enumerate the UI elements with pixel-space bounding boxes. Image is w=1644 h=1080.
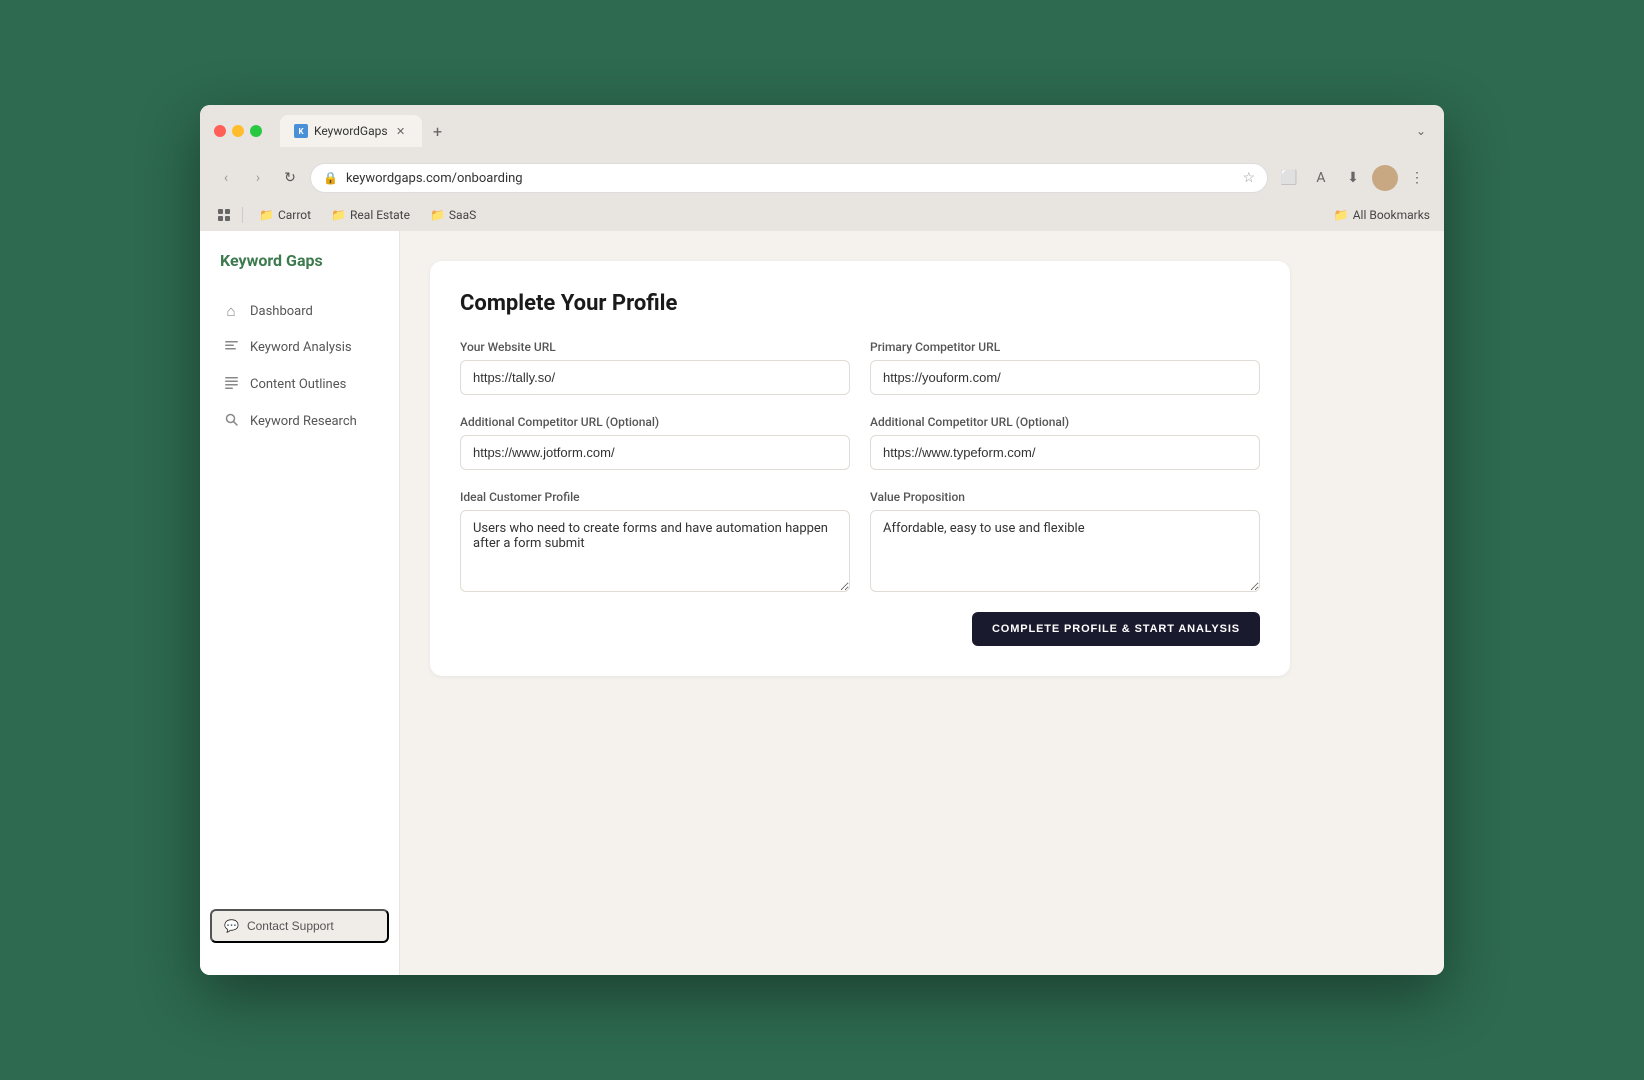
sidebar-nav: ⌂ Dashboard Keyword Analysis — [200, 294, 399, 897]
bookmark-carrot[interactable]: 📁 Carrot — [251, 206, 319, 224]
sidebar-item-content-outlines[interactable]: Content Outlines — [210, 367, 389, 402]
form-row-2: Additional Competitor URL (Optional) Add… — [460, 415, 1260, 470]
bookmark-carrot-label: Carrot — [278, 208, 311, 222]
bookmark-saas[interactable]: 📁 SaaS — [422, 206, 484, 224]
home-icon: ⌂ — [222, 302, 240, 320]
chat-icon: 💬 — [224, 919, 239, 933]
form-group-website-url: Your Website URL — [460, 340, 850, 395]
bookmark-real-estate-label: Real Estate — [350, 208, 410, 222]
form-group-primary-competitor: Primary Competitor URL — [870, 340, 1260, 395]
sidebar-item-keyword-research[interactable]: Keyword Research — [210, 404, 389, 439]
primary-competitor-input[interactable] — [870, 360, 1260, 395]
sidebar-item-content-outlines-label: Content Outlines — [250, 377, 346, 392]
tab-title: KeywordGaps — [314, 124, 388, 138]
all-bookmarks-button[interactable]: 📁 All Bookmarks — [1334, 208, 1430, 222]
form-group-value-proposition: Value Proposition — [870, 490, 1260, 592]
browser-addressbar: ‹ › ↻ 🔒 keywordgaps.com/onboarding ☆ ⬜ A… — [200, 157, 1444, 201]
address-bar[interactable]: 🔒 keywordgaps.com/onboarding ☆ — [310, 163, 1268, 193]
sidebar-footer: 💬 Contact Support — [200, 897, 399, 955]
value-proposition-label: Value Proposition — [870, 490, 1260, 504]
ideal-customer-textarea[interactable] — [460, 510, 850, 592]
bookmark-real-estate[interactable]: 📁 Real Estate — [323, 206, 418, 224]
browser-window: K KeywordGaps ✕ + ⌄ ‹ › ↻ 🔒 keywordgaps.… — [200, 105, 1444, 975]
menu-icon[interactable]: ⋮ — [1404, 165, 1430, 191]
profile-avatar[interactable] — [1372, 165, 1398, 191]
form-group-additional-competitor-1: Additional Competitor URL (Optional) — [460, 415, 850, 470]
form-row-3: Ideal Customer Profile Value Proposition — [460, 490, 1260, 592]
primary-competitor-label: Primary Competitor URL — [870, 340, 1260, 354]
main-content: Complete Your Profile Your Website URL P… — [400, 231, 1444, 975]
tab-favicon: K — [294, 124, 308, 138]
minimize-button[interactable] — [232, 125, 244, 137]
sidebar: Keyword Gaps ⌂ Dashboard Keyword Analysi… — [200, 231, 400, 975]
sidebar-item-keyword-analysis-label: Keyword Analysis — [250, 340, 352, 355]
downloads-icon[interactable]: ⬇ — [1340, 165, 1366, 191]
tab-dropdown-icon[interactable]: ⌄ — [1412, 120, 1430, 142]
tab-close-icon[interactable]: ✕ — [394, 124, 408, 138]
form-title: Complete Your Profile — [460, 291, 1260, 316]
search-icon — [222, 412, 240, 431]
all-bookmarks-icon: 📁 — [1334, 208, 1349, 222]
folder-icon: 📁 — [331, 208, 346, 222]
new-tab-button[interactable]: + — [426, 119, 450, 143]
lock-icon: 🔒 — [323, 171, 338, 185]
grid-view-button[interactable] — [214, 205, 234, 225]
folder-icon: 📁 — [430, 208, 445, 222]
app-logo: Keyword Gaps — [200, 251, 399, 294]
form-group-ideal-customer: Ideal Customer Profile — [460, 490, 850, 592]
url-text: keywordgaps.com/onboarding — [346, 171, 1234, 186]
sidebar-item-dashboard[interactable]: ⌂ Dashboard — [210, 294, 389, 328]
form-row-1: Your Website URL Primary Competitor URL — [460, 340, 1260, 395]
browser-controls: ⬜ A ⬇ ⋮ — [1276, 165, 1430, 191]
form-footer: COMPLETE PROFILE & START ANALYSIS — [460, 612, 1260, 646]
forward-button[interactable]: › — [246, 166, 270, 190]
bookmark-star-icon[interactable]: ☆ — [1242, 170, 1255, 186]
sidebar-item-keyword-research-label: Keyword Research — [250, 414, 357, 429]
app-content: Keyword Gaps ⌂ Dashboard Keyword Analysi… — [200, 231, 1444, 975]
browser-titlebar: K KeywordGaps ✕ + ⌄ — [200, 105, 1444, 157]
maximize-button[interactable] — [250, 125, 262, 137]
outlines-icon — [222, 375, 240, 394]
additional-competitor-2-input[interactable] — [870, 435, 1260, 470]
extensions-icon[interactable]: ⬜ — [1276, 165, 1302, 191]
refresh-button[interactable]: ↻ — [278, 166, 302, 190]
value-proposition-textarea[interactable] — [870, 510, 1260, 592]
analysis-icon — [222, 338, 240, 357]
tab-bar: K KeywordGaps ✕ + ⌄ — [280, 115, 1430, 147]
form-group-additional-competitor-2: Additional Competitor URL (Optional) — [870, 415, 1260, 470]
bookmarks-bar: 📁 Carrot 📁 Real Estate 📁 SaaS 📁 All Book… — [200, 201, 1444, 231]
translate-icon[interactable]: A — [1308, 165, 1334, 191]
bookmarks-separator — [242, 207, 243, 223]
active-tab[interactable]: K KeywordGaps ✕ — [280, 115, 422, 147]
traffic-lights — [214, 125, 262, 137]
folder-icon: 📁 — [259, 208, 274, 222]
contact-support-button[interactable]: 💬 Contact Support — [210, 909, 389, 943]
website-url-input[interactable] — [460, 360, 850, 395]
back-button[interactable]: ‹ — [214, 166, 238, 190]
submit-button[interactable]: COMPLETE PROFILE & START ANALYSIS — [972, 612, 1260, 646]
sidebar-item-keyword-analysis[interactable]: Keyword Analysis — [210, 330, 389, 365]
bookmark-saas-label: SaaS — [449, 208, 476, 222]
additional-competitor-1-input[interactable] — [460, 435, 850, 470]
browser-chrome: K KeywordGaps ✕ + ⌄ ‹ › ↻ 🔒 keywordgaps.… — [200, 105, 1444, 231]
all-bookmarks-label: All Bookmarks — [1353, 208, 1430, 222]
close-button[interactable] — [214, 125, 226, 137]
additional-competitor-2-label: Additional Competitor URL (Optional) — [870, 415, 1260, 429]
sidebar-item-dashboard-label: Dashboard — [250, 304, 313, 319]
ideal-customer-label: Ideal Customer Profile — [460, 490, 850, 504]
website-url-label: Your Website URL — [460, 340, 850, 354]
profile-form-card: Complete Your Profile Your Website URL P… — [430, 261, 1290, 676]
contact-support-label: Contact Support — [247, 919, 334, 933]
additional-competitor-1-label: Additional Competitor URL (Optional) — [460, 415, 850, 429]
